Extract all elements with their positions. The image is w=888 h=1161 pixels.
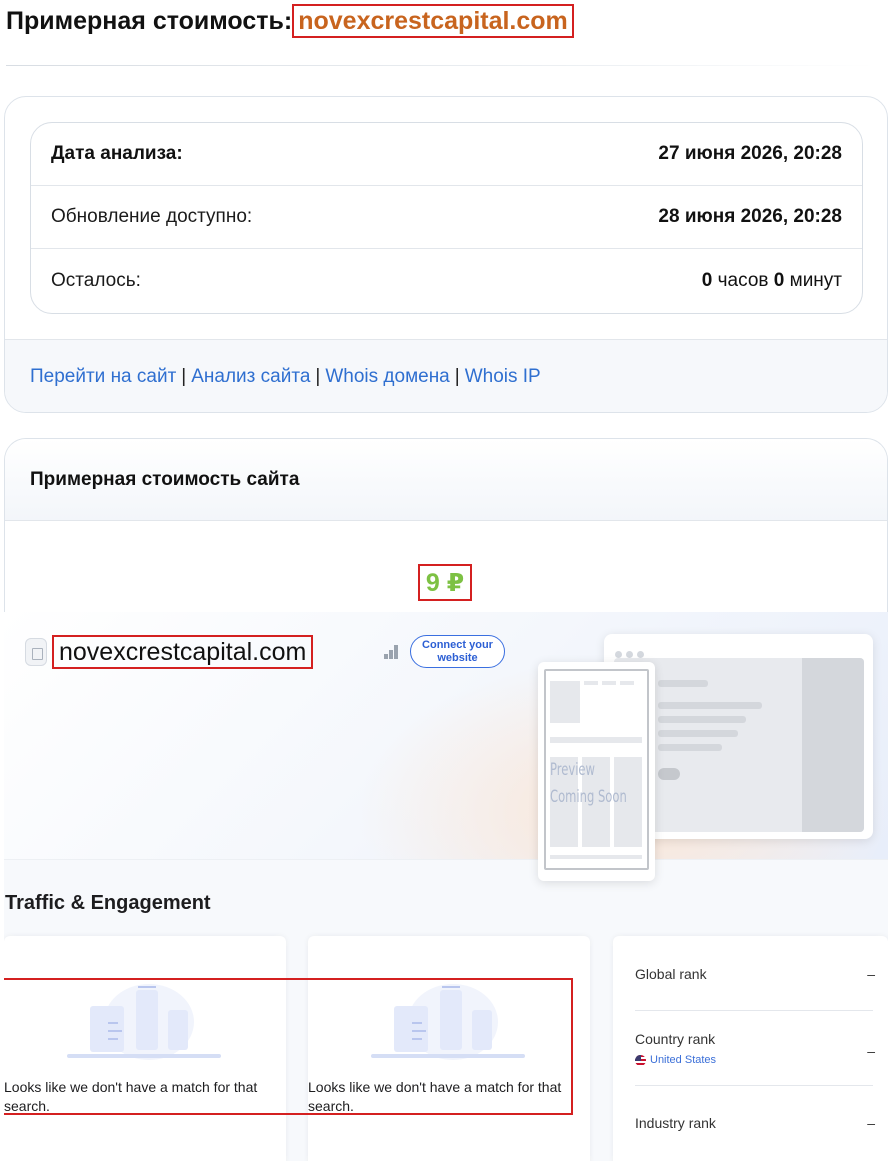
hero-domain: novexcrestcapital.com: [52, 635, 314, 669]
link-site-analysis[interactable]: Анализ сайта: [191, 366, 310, 388]
industry-rank-value: –: [867, 1115, 875, 1131]
site-screenshot: novexcrestcapital.com Connect your websi…: [4, 612, 888, 1161]
link-separator: |: [454, 366, 460, 387]
link-whois-domain[interactable]: Whois домена: [325, 366, 449, 388]
industry-rank-label: Industry rank: [635, 1115, 716, 1131]
update-available-label: Обновление доступно:: [51, 206, 253, 227]
empty-results-icon: [368, 984, 528, 1060]
industry-rank-row: Industry rank –: [635, 1115, 875, 1131]
analysis-date-row: Дата анализа: 27 июня 2026, 20:28: [31, 123, 862, 186]
link-separator: |: [315, 366, 321, 387]
global-rank-value: –: [867, 966, 875, 982]
site-value-price: 9 ₽: [418, 564, 472, 601]
update-available-value: 28 июня 2026, 20:28: [658, 206, 842, 227]
remaining-minutes-unit: минут: [789, 269, 842, 291]
rank-divider: [635, 1010, 873, 1011]
no-match-message: Looks like we don't have a match for tha…: [308, 1079, 562, 1114]
signal-bars-icon: [384, 645, 402, 659]
remaining-minutes: 0: [773, 269, 785, 291]
us-flag-icon: [635, 1054, 646, 1066]
page-title-domain: novexcrestcapital.com: [292, 4, 574, 38]
country-rank-row: Country rank – United States: [635, 1031, 875, 1066]
link-whois-ip[interactable]: Whois IP: [465, 366, 541, 388]
analysis-table: Дата анализа: 27 июня 2026, 20:28 Обновл…: [30, 122, 863, 314]
preview-coming-soon: Preview Coming Soon: [550, 760, 627, 807]
country-selector[interactable]: United States: [635, 1054, 875, 1066]
global-rank-row: Global rank –: [635, 966, 875, 982]
remaining-row: Осталось: 0 часов 0 минут: [31, 249, 862, 312]
connect-website-button[interactable]: Connect your website: [410, 635, 505, 668]
traffic-card-1: Looks like we don't have a match for tha…: [4, 936, 286, 1161]
rank-divider: [635, 1085, 873, 1086]
traffic-card-2: Looks like we don't have a match for tha…: [308, 936, 590, 1161]
no-match-message: Looks like we don't have a match for tha…: [4, 1079, 258, 1114]
traffic-engagement-title: Traffic & Engagement: [5, 892, 211, 914]
country-rank-value: –: [867, 1043, 875, 1059]
rank-card: Global rank – Country rank – United Stat…: [613, 936, 888, 1161]
analysis-date-label: Дата анализа:: [51, 143, 183, 164]
country-rank-label: Country rank: [635, 1031, 716, 1047]
site-value-card: Примерная стоимость сайта 9 ₽: [4, 438, 888, 613]
link-go-to-site[interactable]: Перейти на сайт: [30, 366, 176, 388]
update-available-row: Обновление доступно: 28 июня 2026, 20:28: [31, 186, 862, 249]
title-divider: [6, 65, 876, 66]
site-value-title: Примерная стоимость сайта: [5, 439, 887, 521]
global-rank-label: Global rank: [635, 966, 707, 982]
remaining-hours-unit: часов: [717, 269, 769, 291]
page-title-prefix: Примерная стоимость:: [6, 7, 293, 35]
country-name: United States: [650, 1054, 717, 1066]
site-links: Перейти на сайт | Анализ сайта | Whois д…: [5, 339, 887, 412]
page-title: Примерная стоимость: novexcrestcapital.co…: [6, 4, 574, 38]
mobile-preview-mockup: Preview Coming Soon: [538, 662, 655, 881]
analysis-card: Дата анализа: 27 июня 2026, 20:28 Обновл…: [4, 96, 888, 413]
remaining-label: Осталось:: [51, 269, 141, 291]
file-icon: [25, 638, 47, 666]
remaining-value: 0 часов 0 минут: [702, 270, 842, 292]
link-separator: |: [181, 366, 187, 387]
remaining-hours: 0: [701, 269, 713, 291]
site-hero: novexcrestcapital.com Connect your websi…: [4, 612, 888, 881]
analysis-date-value: 27 июня 2026, 20:28: [658, 143, 842, 164]
empty-results-icon: [64, 984, 224, 1060]
